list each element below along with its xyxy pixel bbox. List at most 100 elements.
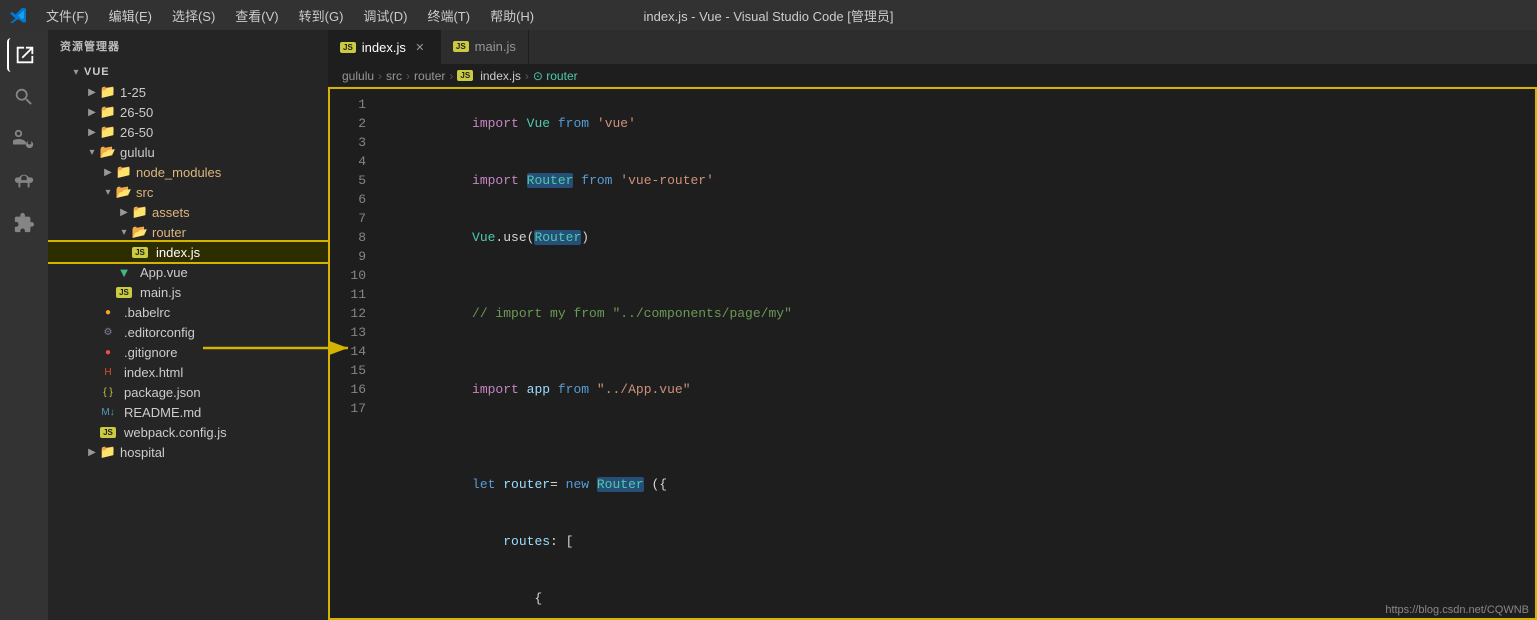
tree-item-hospital[interactable]: ▶ 📁 hospital — [48, 442, 328, 462]
menu-select[interactable]: 选择(S) — [164, 4, 223, 27]
folder-open-icon-gululu: 📂 — [100, 144, 116, 160]
tab-main-js[interactable]: JS main.js — [441, 30, 529, 64]
webpack-file-icon: JS — [100, 424, 116, 440]
breadcrumb-part-js-icon: JS — [457, 70, 473, 81]
file-label-index-js: index.js — [156, 245, 200, 260]
watermark: https://blog.csdn.net/CQWNB — [1385, 604, 1529, 616]
code-line-10: let router= new Router ({ — [394, 456, 1537, 513]
tree-item-main-js[interactable]: JS main.js — [48, 282, 328, 302]
code-content[interactable]: import Vue from 'vue' import Router from… — [378, 87, 1537, 620]
md-file-icon: M↓ — [100, 404, 116, 420]
file-label-main-js: main.js — [140, 285, 181, 300]
tabs-bar: JS index.js ✕ JS main.js — [328, 30, 1537, 65]
code-line-8 — [394, 418, 1537, 437]
folder-arrow: ▾ — [116, 224, 132, 240]
code-line-6 — [394, 342, 1537, 361]
breadcrumb-part-router2[interactable]: ⊙ router — [533, 69, 578, 83]
tree-item-webpack[interactable]: JS webpack.config.js — [48, 422, 328, 442]
menu-file[interactable]: 文件(F) — [38, 4, 97, 27]
code-line-2: import Router from 'vue-router' — [394, 152, 1537, 209]
tree-item-package-json[interactable]: { } package.json — [48, 382, 328, 402]
breadcrumb-sep-4: › — [525, 69, 529, 83]
folder-label-router: router — [152, 225, 186, 240]
tab-js-badge-main: JS — [453, 41, 469, 52]
menu-view[interactable]: 查看(V) — [227, 4, 286, 27]
folder-icon-node_modules: 📁 — [116, 164, 132, 180]
tree-item-src[interactable]: ▾ 📂 src — [48, 182, 328, 202]
tab-js-badge-index: JS — [340, 42, 356, 53]
editor-area: JS index.js ✕ JS main.js gululu › src › … — [328, 30, 1537, 620]
window-title: index.js - Vue - Visual Studio Code [管理员… — [643, 6, 893, 25]
vue-label: VUE — [84, 66, 110, 78]
tab-close-index-js[interactable]: ✕ — [412, 39, 428, 55]
main-layout: 资源管理器 ▾ VUE ▶ 📁 1-25 ▶ 📁 26-50 ▶ 📁 26-50… — [0, 30, 1537, 620]
menu-help[interactable]: 帮助(H) — [482, 4, 542, 27]
extensions-activity-icon[interactable] — [7, 206, 41, 240]
debug-activity-icon[interactable] — [7, 164, 41, 198]
titlebar: 文件(F) 编辑(E) 选择(S) 查看(V) 转到(G) 调试(D) 终端(T… — [0, 0, 1537, 30]
tree-item-activity[interactable]: ▶ 📁 26-50 — [48, 122, 328, 142]
folder-arrow: ▾ — [100, 184, 116, 200]
code-line-5: // import my from "../components/page/my… — [394, 285, 1537, 342]
folder-label-hospital: hospital — [120, 445, 165, 460]
folder-label-26-50: 26-50 — [120, 105, 153, 120]
code-line-3: Vue.use(Router) — [394, 209, 1537, 266]
file-label-webpack: webpack.config.js — [124, 425, 227, 440]
breadcrumb-part-indexjs[interactable]: index.js — [480, 69, 521, 83]
js-file-icon-index: JS — [132, 244, 148, 260]
breadcrumb-sep-1: › — [378, 69, 382, 83]
tree-item-editorconfig[interactable]: ⚙ .editorconfig — [48, 322, 328, 342]
explorer-activity-icon[interactable] — [7, 38, 41, 72]
sidebar-header: 资源管理器 — [48, 30, 328, 62]
file-label-babelrc: .babelrc — [124, 305, 170, 320]
folder-open-icon-src: 📂 — [116, 184, 132, 200]
tab-label-index-js: index.js — [362, 40, 406, 55]
tree-item-readme[interactable]: M↓ README.md — [48, 402, 328, 422]
vscode-logo-icon — [10, 7, 26, 23]
menu-debug[interactable]: 调试(D) — [355, 4, 415, 27]
file-label-readme: README.md — [124, 405, 201, 420]
menu-edit[interactable]: 编辑(E) — [101, 4, 160, 27]
breadcrumb-part-router[interactable]: router — [414, 69, 445, 83]
tree-item-router[interactable]: ▾ 📂 router — [48, 222, 328, 242]
tree-item-vue[interactable]: ▾ VUE — [48, 62, 328, 82]
js-file-icon-main: JS — [116, 284, 132, 300]
tree-item-app-vue[interactable]: ▼ App.vue — [48, 262, 328, 282]
tree-item-1-25[interactable]: ▶ 📁 1-25 — [48, 82, 328, 102]
folder-arrow: ▶ — [116, 204, 132, 220]
tree-item-26-50[interactable]: ▶ 📁 26-50 — [48, 102, 328, 122]
file-label-index-html: index.html — [124, 365, 183, 380]
breadcrumb: gululu › src › router › JS index.js › ⊙ … — [328, 65, 1537, 87]
line-numbers: 1 2 3 4 5 6 7 8 9 10 11 12 13 14 15 16 1… — [328, 87, 378, 620]
folder-label-assets: assets — [152, 205, 190, 220]
tree-item-index-html[interactable]: H index.html — [48, 362, 328, 382]
search-activity-icon[interactable] — [7, 80, 41, 114]
vue-file-icon-app: ▼ — [116, 264, 132, 280]
scm-activity-icon[interactable] — [7, 122, 41, 156]
tree-item-babelrc[interactable]: ● .babelrc — [48, 302, 328, 322]
code-line-9 — [394, 437, 1537, 456]
breadcrumb-part-gululu[interactable]: gululu — [342, 69, 374, 83]
folder-label-src: src — [136, 185, 153, 200]
json-file-icon: { } — [100, 384, 116, 400]
tree-item-node_modules[interactable]: ▶ 📁 node_modules — [48, 162, 328, 182]
tree-item-gululu[interactable]: ▾ 📂 gululu — [48, 142, 328, 162]
breadcrumb-part-src[interactable]: src — [386, 69, 402, 83]
menu-terminal[interactable]: 终端(T) — [419, 4, 478, 27]
code-line-11: routes: [ — [394, 513, 1537, 570]
folder-arrow: ▶ — [84, 84, 100, 100]
tree-item-gitignore[interactable]: ● .gitignore — [48, 342, 328, 362]
folder-arrow: ▶ — [100, 164, 116, 180]
tab-index-js[interactable]: JS index.js ✕ — [328, 30, 441, 64]
folder-arrow: ▶ — [84, 104, 100, 120]
breadcrumb-sep-2: › — [406, 69, 410, 83]
menu-goto[interactable]: 转到(G) — [291, 4, 352, 27]
titlebar-menu: 文件(F) 编辑(E) 选择(S) 查看(V) 转到(G) 调试(D) 终端(T… — [38, 4, 542, 27]
tree-item-index-js[interactable]: JS index.js — [48, 242, 328, 262]
code-line-4 — [394, 266, 1537, 285]
folder-label-1-25: 1-25 — [120, 85, 146, 100]
tree-item-assets[interactable]: ▶ 📁 assets — [48, 202, 328, 222]
code-editor[interactable]: 1 2 3 4 5 6 7 8 9 10 11 12 13 14 15 16 1… — [328, 87, 1537, 620]
file-label-editorconfig: .editorconfig — [124, 325, 195, 340]
babel-file-icon: ● — [100, 304, 116, 320]
